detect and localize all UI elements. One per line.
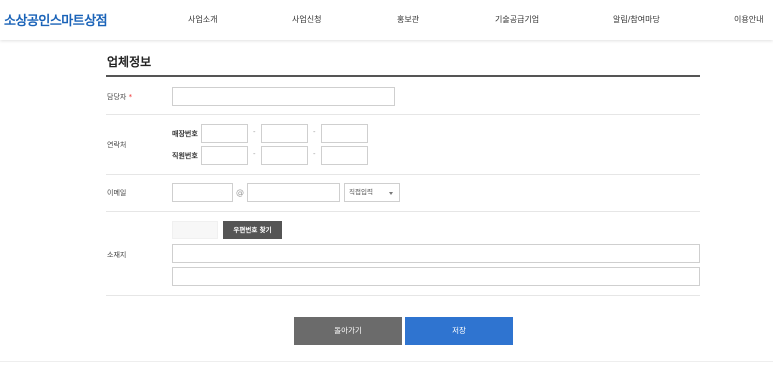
nav-item-business-apply[interactable]: 사업신청 bbox=[292, 14, 321, 25]
direct-phone-part1[interactable] bbox=[201, 146, 248, 165]
direct-phone-part2[interactable] bbox=[261, 146, 308, 165]
email-domain-input[interactable] bbox=[247, 183, 340, 202]
footer-divider bbox=[0, 361, 773, 362]
address-label: 소재지 bbox=[107, 251, 127, 259]
site-logo[interactable]: 소상공인스마트상점 bbox=[4, 10, 108, 29]
manager-input[interactable] bbox=[172, 87, 395, 106]
nav-item-promotion[interactable]: 홍보관 bbox=[397, 14, 419, 25]
top-header: 소상공인스마트상점 사업소개 사업신청 홍보관 기술공급기업 알림/참여마당 이… bbox=[0, 0, 773, 40]
store-phone-part3[interactable] bbox=[321, 124, 368, 143]
required-mark: * bbox=[128, 93, 133, 101]
contact-label: 연락처 bbox=[107, 141, 127, 149]
zipcode-field[interactable] bbox=[172, 221, 218, 239]
nav-item-guide[interactable]: 이용안내 bbox=[734, 14, 763, 25]
email-id-input[interactable] bbox=[172, 183, 233, 202]
store-phone-separator-1: - bbox=[253, 128, 256, 136]
row-divider bbox=[106, 174, 700, 175]
direct-phone-label: 직원번호 bbox=[172, 152, 198, 160]
nav-item-business-intro[interactable]: 사업소개 bbox=[188, 14, 217, 25]
manager-label-text: 담당자 bbox=[107, 93, 127, 101]
store-phone-separator-2: - bbox=[313, 128, 316, 136]
zipcode-search-button[interactable]: 우편번호 찾기 bbox=[223, 221, 282, 239]
direct-phone-separator-1: - bbox=[253, 150, 256, 158]
direct-phone-part3[interactable] bbox=[321, 146, 368, 165]
direct-phone-separator-2: - bbox=[313, 150, 316, 158]
nav-item-tech-suppliers[interactable]: 기술공급기업 bbox=[495, 14, 539, 25]
row-divider bbox=[106, 295, 700, 296]
store-phone-label: 매장번호 bbox=[172, 130, 198, 138]
title-divider bbox=[106, 75, 700, 77]
save-button[interactable]: 저장 bbox=[405, 317, 513, 345]
nav-item-notice[interactable]: 알림/참여마당 bbox=[613, 14, 660, 25]
row-divider bbox=[106, 211, 700, 212]
address-line-2[interactable] bbox=[172, 267, 700, 286]
store-phone-part1[interactable] bbox=[201, 124, 248, 143]
manager-label: 담당자 * bbox=[107, 92, 132, 102]
address-line-1[interactable] bbox=[172, 244, 700, 263]
back-button[interactable]: 돌아가기 bbox=[294, 317, 402, 345]
email-domain-select-value: 직접입력 bbox=[349, 188, 373, 196]
row-divider bbox=[106, 114, 700, 115]
page-title: 업체정보 bbox=[107, 55, 152, 69]
email-at-sign: @ bbox=[236, 188, 244, 197]
chevron-down-icon bbox=[389, 192, 393, 195]
email-label: 이메일 bbox=[107, 189, 127, 197]
email-domain-select[interactable]: 직접입력 bbox=[344, 183, 400, 202]
store-phone-part2[interactable] bbox=[261, 124, 308, 143]
